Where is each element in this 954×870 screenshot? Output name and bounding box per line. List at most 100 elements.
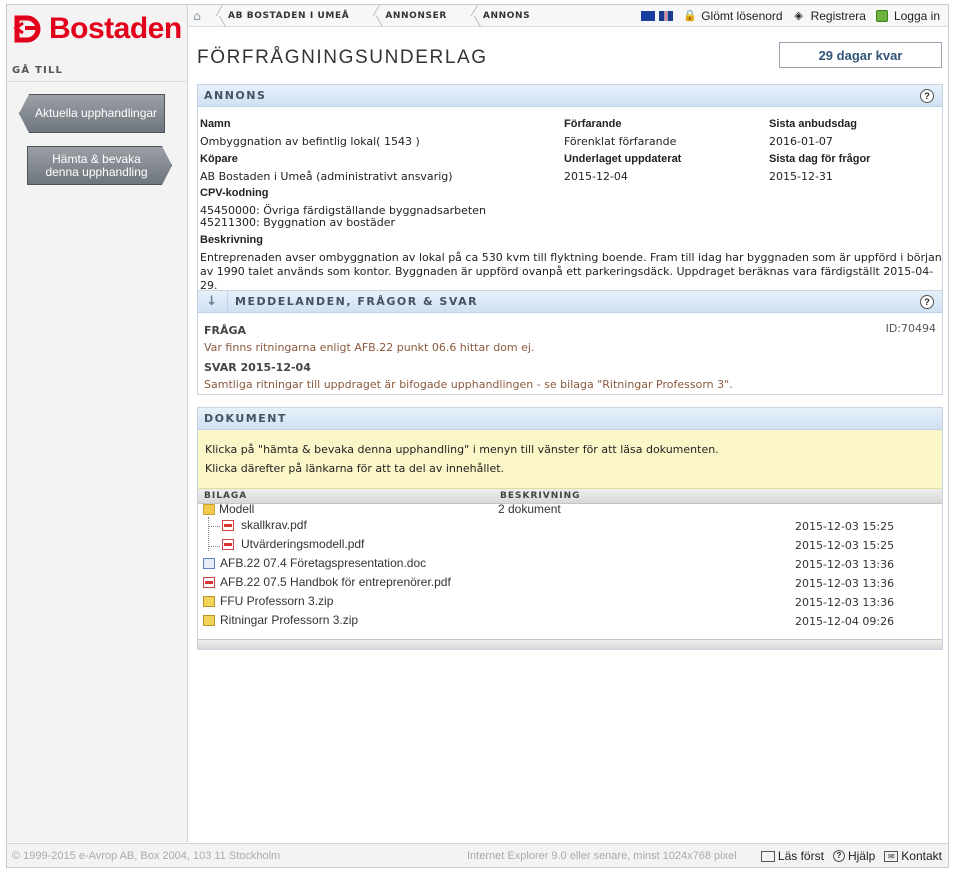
login-icon bbox=[875, 10, 888, 22]
login-link[interactable]: Logga in bbox=[894, 9, 940, 23]
description-label: Beskrivning bbox=[200, 234, 263, 246]
procedure-value: Förenklat förfarande bbox=[564, 135, 677, 148]
collapse-arrow-icon[interactable]: ↓ bbox=[198, 291, 228, 312]
document-name[interactable]: AFB.22 07.4 Företagspresentation.doc bbox=[220, 556, 426, 570]
brand-name: Bostaden bbox=[49, 12, 182, 45]
procedure-label: Förfarande bbox=[564, 118, 622, 130]
help-icon[interactable]: ? bbox=[920, 295, 934, 309]
tender-deadline-label: Sista anbudsdag bbox=[769, 118, 858, 130]
logo[interactable]: Bostaden bbox=[13, 13, 182, 45]
mail-icon: ✉ bbox=[884, 850, 899, 862]
notice-line: Klicka därefter på länkarna för att ta d… bbox=[205, 462, 505, 475]
notice-line: Klicka på "hämta & bevaka denna upphandl… bbox=[205, 443, 719, 456]
question-id: ID:70494 bbox=[885, 322, 936, 335]
questions-deadline-label: Sista dag för frågor bbox=[769, 153, 871, 165]
document-name[interactable]: Ritningar Professorn 3.zip bbox=[220, 613, 358, 627]
questions-deadline-value: 2015-12-31 bbox=[769, 170, 833, 183]
document-date: 2015-12-03 15:25 bbox=[795, 539, 895, 552]
uk-flag-icon[interactable] bbox=[659, 11, 674, 21]
breadcrumb: ⌂ AB BOSTADEN I UMEÅ ANNONSER ANNONS bbox=[188, 5, 544, 27]
document-name[interactable]: AFB.22 07.5 Handbok för entreprenörer.pd… bbox=[220, 575, 451, 589]
messages-panel-header: ↓ MEDDELANDEN, FRÅGOR & SVAR ? bbox=[198, 291, 942, 313]
documents-list: Modell 2 dokument skallkrav.pdf 2015-12-… bbox=[198, 502, 942, 634]
col-bilaga: BILAGA bbox=[204, 491, 248, 501]
document-name[interactable]: FFU Professorn 3.zip bbox=[220, 594, 333, 608]
copyright-text: © 1999-2015 e-Avrop AB, Box 2004, 103 11… bbox=[12, 850, 281, 862]
diamond-icon: ◈ bbox=[794, 10, 803, 22]
documents-panel-header: DOKUMENT bbox=[198, 408, 942, 430]
documents-table-footer bbox=[198, 639, 942, 649]
name-value: Ombyggnation av befintlig lokal( 1543 ) bbox=[200, 135, 420, 148]
document-name[interactable]: Modell bbox=[219, 502, 254, 516]
question-text: Var finns ritningarna enligt AFB.22 punk… bbox=[204, 341, 535, 354]
forgot-password-link[interactable]: Glömt lösenord bbox=[701, 9, 782, 23]
pdf-icon bbox=[203, 577, 215, 588]
annons-panel-header: ANNONS ? bbox=[198, 85, 942, 107]
contact-link[interactable]: Kontakt bbox=[901, 849, 942, 863]
document-date: 2015-12-03 13:36 bbox=[795, 577, 895, 590]
footer-links: Läs först ? Hjälp ✉ Kontakt bbox=[755, 849, 942, 863]
folder-icon bbox=[203, 504, 215, 515]
lock-question-icon: 🔒 bbox=[683, 10, 697, 22]
document-date: 2015-12-03 13:36 bbox=[795, 596, 895, 609]
updated-label: Underlaget uppdaterat bbox=[564, 153, 682, 165]
question-label: FRÅGA bbox=[204, 324, 247, 337]
days-left-badge: 29 dagar kvar bbox=[779, 42, 942, 68]
page-title: FÖRFRÅGNINGSUNDERLAG bbox=[197, 47, 488, 68]
eu-flag-icon[interactable] bbox=[641, 11, 656, 21]
messages-title: MEDDELANDEN, FRÅGOR & SVAR bbox=[235, 295, 479, 308]
document-description: 2 dokument bbox=[498, 502, 561, 516]
zip-archive-icon bbox=[203, 615, 215, 626]
document-name[interactable]: Utvärderingsmodell.pdf bbox=[241, 537, 364, 551]
browser-requirement-text: Internet Explorer 9.0 eller senare, mins… bbox=[467, 850, 737, 862]
divider bbox=[7, 81, 188, 82]
cpv-code: 45211300: Byggnation av bostäder bbox=[200, 216, 396, 229]
word-document-icon bbox=[203, 558, 215, 569]
top-bar: ⌂ AB BOSTADEN I UMEÅ ANNONSER ANNONS 🔒 G… bbox=[188, 5, 948, 27]
annons-panel: ANNONS ? Namn Ombyggnation av befintlig … bbox=[197, 84, 943, 312]
top-links: 🔒 Glömt lösenord ◈ Registrera Logga in bbox=[641, 5, 940, 27]
cpv-label: CPV-kodning bbox=[200, 187, 269, 199]
buyer-value: AB Bostaden i Umeå (administrativt ansva… bbox=[200, 170, 453, 183]
bostaden-logo-icon bbox=[13, 15, 41, 43]
answer-label: SVAR 2015-12-04 bbox=[204, 361, 311, 374]
access-notice: Klicka på "hämta & bevaka denna upphandl… bbox=[198, 430, 942, 489]
fetch-watch-procurement-button[interactable]: Hämta & bevaka denna upphandling bbox=[27, 146, 172, 185]
breadcrumb-item-annons: ANNONS bbox=[461, 5, 544, 27]
document-date: 2015-12-03 15:25 bbox=[795, 520, 895, 533]
goto-heading: GÅ TILL bbox=[12, 65, 64, 76]
home-icon[interactable]: ⌂ bbox=[188, 5, 206, 27]
document-row[interactable]: Utvärderingsmodell.pdf 2015-12-03 15:25 bbox=[198, 536, 942, 554]
current-procurements-button[interactable]: Aktuella upphandlingar bbox=[19, 94, 165, 133]
updated-value: 2015-12-04 bbox=[564, 170, 628, 183]
pdf-icon bbox=[222, 539, 234, 550]
document-row[interactable]: FFU Professorn 3.zip 2015-12-03 13:36 bbox=[198, 593, 942, 611]
answer-text: Samtliga ritningar till uppdraget är bif… bbox=[204, 378, 733, 391]
document-row[interactable]: AFB.22 07.5 Handbok för entreprenörer.pd… bbox=[198, 574, 942, 592]
documents-panel: DOKUMENT Klicka på "hämta & bevaka denna… bbox=[197, 407, 943, 650]
name-label: Namn bbox=[200, 118, 231, 130]
breadcrumb-item-annonser[interactable]: ANNONSER bbox=[363, 5, 461, 27]
buyer-label: Köpare bbox=[200, 153, 238, 165]
document-date: 2015-12-04 09:26 bbox=[795, 615, 895, 628]
document-row[interactable]: AFB.22 07.4 Företagspresentation.doc 201… bbox=[198, 555, 942, 573]
register-link[interactable]: Registrera bbox=[811, 9, 866, 23]
tender-deadline-value: 2016-01-07 bbox=[769, 135, 833, 148]
messages-panel: ↓ MEDDELANDEN, FRÅGOR & SVAR ? FRÅGA ID:… bbox=[197, 290, 943, 395]
document-row[interactable]: skallkrav.pdf 2015-12-03 15:25 bbox=[198, 517, 942, 535]
help-link[interactable]: Hjälp bbox=[848, 849, 875, 863]
footer: © 1999-2015 e-Avrop AB, Box 2004, 103 11… bbox=[7, 843, 948, 867]
zip-archive-icon bbox=[203, 596, 215, 607]
pdf-icon bbox=[222, 520, 234, 531]
document-name[interactable]: skallkrav.pdf bbox=[241, 518, 307, 532]
annons-title: ANNONS bbox=[204, 89, 267, 102]
breadcrumb-item-bostaden[interactable]: AB BOSTADEN I UMEÅ bbox=[206, 5, 363, 27]
document-date: 2015-12-03 13:36 bbox=[795, 558, 895, 571]
col-beskrivning: BESKRIVNING bbox=[500, 491, 581, 501]
sidebar: Bostaden GÅ TILL Aktuella upphandlingar … bbox=[7, 5, 188, 842]
document-row[interactable]: Ritningar Professorn 3.zip 2015-12-04 09… bbox=[198, 612, 942, 630]
read-first-link[interactable]: Läs först bbox=[778, 849, 824, 863]
book-icon bbox=[760, 850, 775, 862]
help-icon: ? bbox=[832, 850, 845, 862]
help-icon[interactable]: ? bbox=[920, 89, 934, 103]
